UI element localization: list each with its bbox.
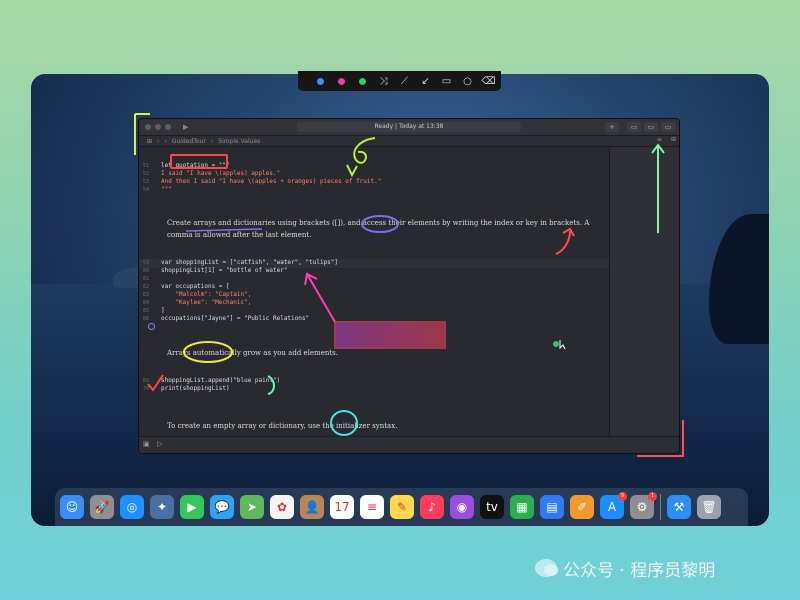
results-sidebar — [609, 147, 679, 437]
activity-status: Ready | Today at 13:38 — [297, 122, 521, 132]
code-line: I said "I have \(apples) apples." — [161, 170, 281, 177]
add-button[interactable]: + — [605, 122, 619, 132]
rectangle-icon[interactable]: ▭ — [436, 71, 457, 91]
line-number: 59 — [143, 260, 150, 266]
code-line: "Malcolm": "Captain", — [161, 291, 252, 298]
messages-icon[interactable]: 💬 — [210, 495, 234, 519]
annotation-toolbar: ⤨ ⟋ ↙ ▭ ○ ⌫ — [298, 71, 501, 91]
code-line: shoppingList.append("blue paint") — [161, 377, 281, 384]
line-number: 51 — [143, 163, 150, 169]
code-line: ] — [161, 307, 165, 314]
line-number: 65 — [143, 308, 150, 314]
reminders-icon[interactable]: ≡ — [360, 495, 384, 519]
line-number: 66 — [143, 316, 150, 322]
jump-bar: ⊞ ‹ › GuidedTour › Simple Values ≡ ⊞ — [139, 135, 679, 147]
split-editor-icon[interactable]: ⊞ — [671, 136, 676, 143]
code-line: let quotation = """ — [161, 162, 230, 169]
contacts-icon[interactable]: 👤 — [300, 495, 324, 519]
play-icon[interactable]: ▷ — [157, 440, 162, 448]
line-number: 70 — [143, 386, 150, 392]
apple-tv-icon[interactable]: tv — [480, 495, 504, 519]
xcode-icon[interactable]: ⚒ — [667, 495, 691, 519]
maps-icon[interactable]: ➤ — [240, 495, 264, 519]
photo-editor-icon[interactable]: ✦ — [150, 495, 174, 519]
minimize-button[interactable] — [155, 124, 161, 130]
watermark-text: 公众号 · 程序员黎明 — [563, 560, 716, 581]
navigator-toggle-icon[interactable]: ▭ — [627, 122, 641, 132]
code-line: """ — [161, 186, 172, 193]
photos-icon[interactable]: ✿ — [270, 495, 294, 519]
code-line: var occupations = [ — [161, 283, 230, 290]
podcasts-icon[interactable]: ◉ — [450, 495, 474, 519]
notification-badge: 9 — [618, 492, 627, 501]
line-number: 53 — [143, 179, 150, 185]
pink-color-swatch[interactable] — [331, 71, 352, 91]
notification-badge: 1 — [648, 492, 657, 501]
watermark: 公众号 · 程序员黎明 — [535, 555, 715, 581]
line-number: 52 — [143, 171, 150, 177]
code-line: var shoppingList = ["catfish", "water", … — [161, 259, 339, 266]
launchpad-icon[interactable]: 🚀 — [90, 495, 114, 519]
shuffle-icon[interactable]: ⤨ — [373, 71, 394, 91]
prose-text: Create arrays and dictionaries using bra… — [167, 219, 590, 239]
window-titlebar: ▶ Ready | Today at 13:38 + ▭ ▭ ▭ — [139, 119, 679, 135]
line-number: 60 — [143, 268, 150, 274]
breadcrumb-project[interactable]: GuidedTour — [172, 138, 206, 145]
xcode-playground-window: ▶ Ready | Today at 13:38 + ▭ ▭ ▭ ⊞ ‹ › G… — [138, 118, 680, 454]
prose-paragraph: Create arrays and dictionaries using bra… — [167, 217, 607, 241]
breadcrumb-file[interactable]: Simple Values — [218, 138, 260, 145]
circle-icon[interactable]: ○ — [457, 71, 478, 91]
close-button[interactable] — [145, 124, 151, 130]
line-number: 54 — [143, 187, 150, 193]
forward-icon[interactable]: › — [164, 138, 166, 145]
blue-color-swatch[interactable] — [310, 71, 331, 91]
line-number: 64 — [143, 300, 150, 306]
safari-icon[interactable]: ◎ — [120, 495, 144, 519]
inspector-toggle-icon[interactable]: ▭ — [661, 122, 675, 132]
code-line: shoppingList[1] = "bottle of water" — [161, 267, 288, 274]
back-icon[interactable]: ‹ — [157, 138, 159, 145]
finder-icon[interactable]: ☺ — [60, 495, 84, 519]
desktop-island-right — [709, 214, 769, 344]
prose-paragraph: Arrays automatically grow as you add ele… — [167, 349, 338, 357]
dock-separator — [660, 494, 661, 520]
eraser-icon[interactable]: ⌫ — [478, 71, 499, 91]
run-marker-icon[interactable] — [148, 323, 155, 330]
grid-icon[interactable]: ⊞ — [147, 138, 152, 145]
music-icon[interactable]: ♪ — [420, 495, 444, 519]
minimap-toggle-icon[interactable]: ≡ — [657, 136, 662, 143]
calendar-icon[interactable]: 17 — [330, 495, 354, 519]
run-icon[interactable]: ▶ — [183, 123, 188, 131]
code-line: "Kaylee": "Mechanic", — [161, 299, 252, 306]
trash-icon[interactable]: 🗑 — [697, 495, 721, 519]
debug-bar: ▣ ▷ — [139, 436, 679, 453]
zoom-button[interactable] — [165, 124, 171, 130]
facetime-icon[interactable]: ▶ — [180, 495, 204, 519]
debug-area-toggle-icon[interactable]: ▭ — [644, 122, 658, 132]
green-color-swatch[interactable] — [352, 71, 373, 91]
prose-paragraph: To create an empty array or dictionary, … — [167, 422, 398, 430]
numbers-icon[interactable]: ▦ — [510, 495, 534, 519]
pages-icon[interactable]: ✐ — [570, 495, 594, 519]
code-line: occupations["Jayne"] = "Public Relations… — [161, 315, 310, 322]
keynote-icon[interactable]: ▤ — [540, 495, 564, 519]
code-line: And then I said "I have \(apples + orang… — [161, 178, 382, 185]
wechat-logo-icon — [535, 559, 558, 577]
system-preferences-icon[interactable]: ⚙ 1 — [630, 492, 657, 519]
prose-text: last element. — [265, 231, 312, 239]
line-number: 63 — [143, 292, 150, 298]
arrow-icon[interactable]: ↙ — [415, 71, 436, 91]
pen-icon[interactable]: ⟋ — [394, 71, 415, 91]
line-number: 62 — [143, 284, 150, 290]
dock: ☺ 🚀 ◎ ✦ ▶ 💬 ➤ ✿ 👤 17 ≡ ✎ ♪ ◉ tv ▦ ▤ ✐ A 9 ⚙ 1 ⚒ 🗑 — [55, 488, 748, 526]
line-number: 61 — [143, 276, 150, 282]
notes-icon[interactable]: ✎ — [390, 495, 414, 519]
line-number: 69 — [143, 378, 150, 384]
app-store-icon[interactable]: A9 — [600, 492, 627, 519]
code-line: print(shoppingList) — [161, 385, 230, 392]
code-editor[interactable]: 51 let quotation = """ 52 I said "I have… — [139, 147, 609, 437]
console-toggle-icon[interactable]: ▣ — [143, 440, 150, 448]
